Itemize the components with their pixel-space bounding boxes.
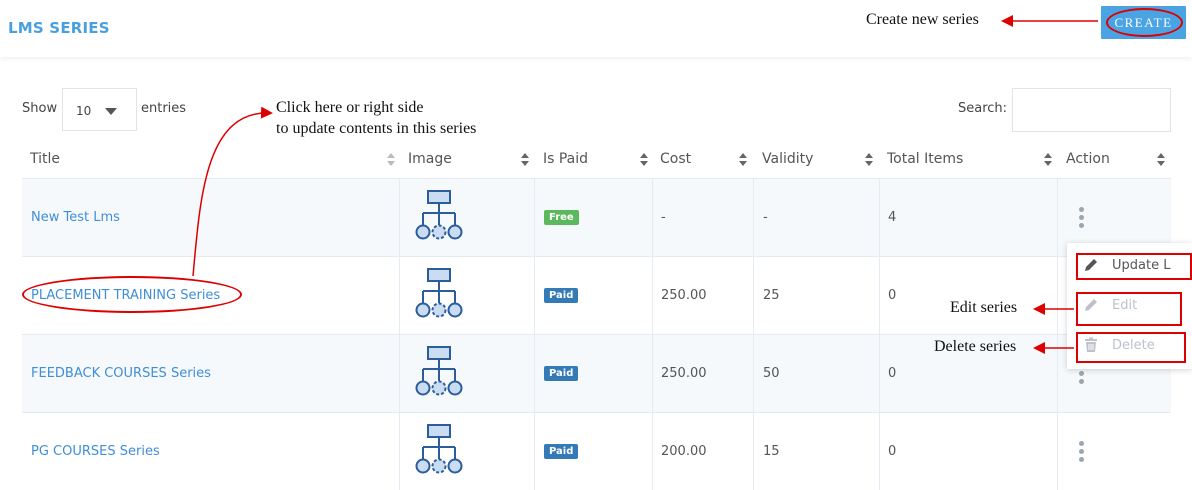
column-header-cost[interactable]: Cost (660, 151, 691, 167)
highlight-ellipse (1106, 8, 1183, 37)
more-vertical-icon[interactable] (1079, 441, 1085, 463)
column-header-is-paid[interactable]: Is Paid (543, 151, 588, 167)
cost-cell: 250.00 (661, 366, 707, 381)
sort-icon[interactable] (640, 153, 648, 167)
cost-cell: 250.00 (661, 288, 707, 303)
validity-cell: 15 (763, 444, 780, 459)
cost-cell: - (661, 210, 666, 225)
cost-cell: 200.00 (661, 444, 707, 459)
column-header-total-items[interactable]: Total Items (887, 151, 963, 167)
page-length-value: 10 (76, 104, 92, 118)
series-title-link[interactable]: PG COURSES Series (31, 444, 160, 459)
status-badge: Paid (544, 366, 579, 381)
series-table: New Test Lms Free - - 4 PLACEMENT TRAINI… (22, 178, 1171, 490)
sort-icon[interactable] (387, 153, 395, 167)
entries-label: entries (141, 101, 187, 116)
status-badge: Paid (544, 444, 579, 459)
status-badge: Free (544, 210, 579, 225)
annotation-edit: Edit series (950, 299, 1018, 316)
total-items-cell: 4 (888, 210, 897, 225)
page-title: LMS SERIES (8, 19, 110, 37)
page-header: LMS SERIES CREATE (0, 0, 1192, 57)
highlight-box (1076, 292, 1182, 326)
column-header-action[interactable]: Action (1066, 151, 1110, 167)
total-items-cell: 0 (888, 444, 897, 459)
table-row: New Test Lms Free - - 4 (22, 178, 1171, 257)
column-header-validity[interactable]: Validity (762, 151, 813, 167)
series-hierarchy-icon (415, 190, 463, 240)
annotation-title-line1: Click here or right side (276, 99, 424, 116)
annotation-create: Create new series (866, 11, 979, 28)
annotation-delete: Delete series (934, 338, 1017, 355)
column-header-image[interactable]: Image (408, 151, 452, 167)
sort-icon[interactable] (865, 153, 873, 167)
highlight-ellipse (22, 276, 242, 313)
series-title-link[interactable]: FEEDBACK COURSES Series (31, 366, 211, 381)
series-hierarchy-icon (415, 346, 463, 396)
series-hierarchy-icon (415, 268, 463, 318)
sort-icon[interactable] (1157, 153, 1165, 167)
annotation-title-line2: to update contents in this series (276, 120, 477, 137)
search-input[interactable] (1012, 88, 1171, 132)
sort-icon[interactable] (1044, 153, 1052, 167)
page-length-select[interactable]: 10 (62, 88, 137, 131)
series-title-link[interactable]: New Test Lms (31, 210, 120, 225)
series-hierarchy-icon (415, 424, 463, 474)
validity-cell: 25 (763, 288, 780, 303)
highlight-box (1076, 332, 1186, 363)
show-label: Show (22, 101, 58, 116)
validity-cell: 50 (763, 366, 780, 381)
search-label: Search: (958, 101, 1008, 116)
total-items-cell: 0 (888, 288, 897, 303)
sort-icon[interactable] (739, 153, 747, 167)
total-items-cell: 0 (888, 366, 897, 381)
chevron-down-icon (105, 108, 117, 115)
status-badge: Paid (544, 288, 579, 303)
column-header-title[interactable]: Title (30, 151, 60, 167)
validity-cell: - (763, 210, 768, 225)
sort-icon[interactable] (521, 153, 529, 167)
more-vertical-icon[interactable] (1079, 207, 1085, 229)
highlight-box (1076, 253, 1192, 280)
table-row: PG COURSES Series Paid 200.00 15 0 (22, 412, 1171, 490)
